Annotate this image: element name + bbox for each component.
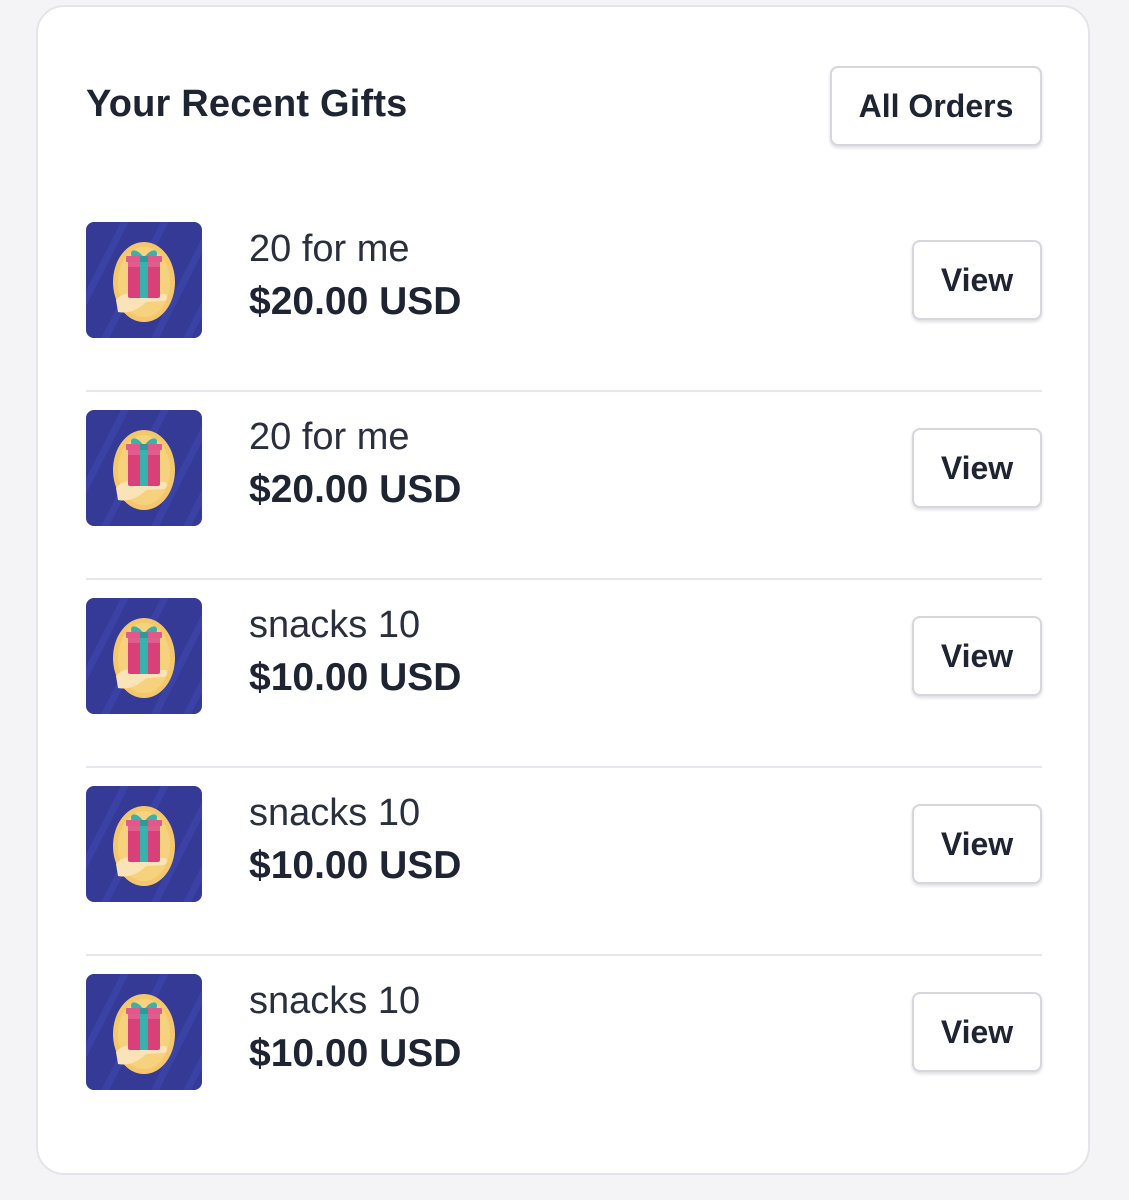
view-button[interactable]: View (912, 616, 1042, 696)
gift-name: snacks 10 (249, 792, 421, 834)
gift-in-hand-icon (86, 974, 202, 1090)
gift-list-item: snacks 10 $10.00 USD View (86, 956, 1042, 1142)
gift-in-hand-icon (86, 598, 202, 714)
view-button[interactable]: View (912, 804, 1042, 884)
recent-gifts-card: Your Recent Gifts All Orders 20 for me $… (36, 5, 1090, 1175)
gift-price: $20.00 USD (249, 280, 462, 323)
gift-price: $10.00 USD (249, 1032, 462, 1075)
gift-name: 20 for me (249, 416, 410, 458)
gift-name: snacks 10 (249, 980, 421, 1022)
gift-in-hand-icon (86, 222, 202, 338)
gift-list: 20 for me $20.00 USD View 20 for me $20.… (86, 204, 1042, 1142)
all-orders-button[interactable]: All Orders (830, 66, 1042, 146)
gift-in-hand-icon (86, 786, 202, 902)
gift-name: snacks 10 (249, 604, 421, 646)
gift-price: $20.00 USD (249, 468, 462, 511)
view-button[interactable]: View (912, 992, 1042, 1072)
gift-price: $10.00 USD (249, 656, 462, 699)
card-title: Your Recent Gifts (86, 82, 408, 125)
card-header: Your Recent Gifts All Orders (86, 65, 1042, 147)
gift-list-item: 20 for me $20.00 USD View (86, 204, 1042, 390)
view-button[interactable]: View (912, 240, 1042, 320)
gift-info: snacks 10 $10.00 USD (249, 790, 461, 894)
gift-list-item: 20 for me $20.00 USD View (86, 392, 1042, 578)
gift-list-item: snacks 10 $10.00 USD View (86, 768, 1042, 954)
view-button[interactable]: View (912, 428, 1042, 508)
gift-price: $10.00 USD (249, 844, 462, 887)
gift-info: 20 for me $20.00 USD (249, 226, 461, 330)
gift-info: snacks 10 $10.00 USD (249, 602, 461, 706)
gift-info: 20 for me $20.00 USD (249, 414, 461, 518)
gift-in-hand-icon (86, 410, 202, 526)
gift-name: 20 for me (249, 228, 410, 270)
gift-list-item: snacks 10 $10.00 USD View (86, 580, 1042, 766)
gift-info: snacks 10 $10.00 USD (249, 978, 461, 1082)
